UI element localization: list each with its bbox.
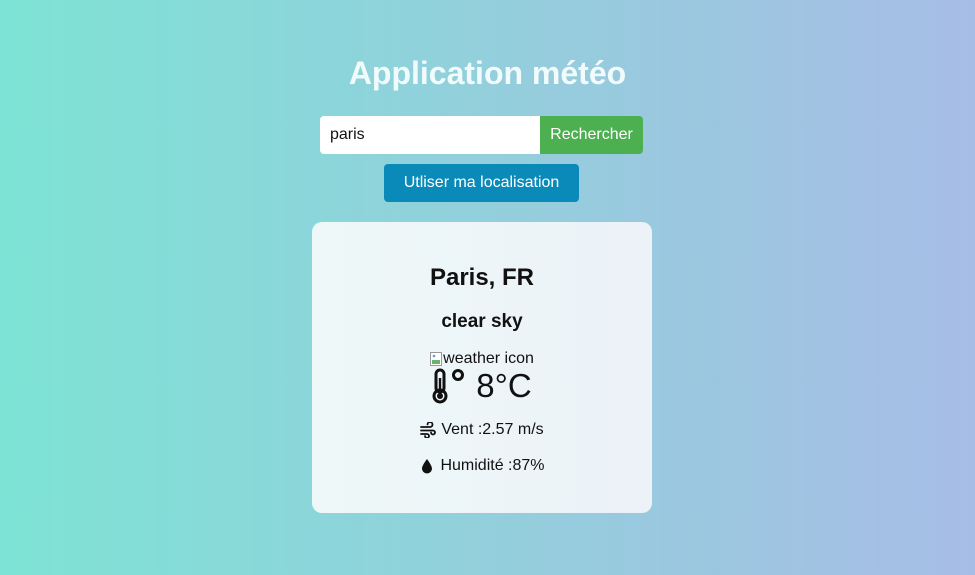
- weather-description: clear sky: [441, 311, 523, 332]
- wind-row: Vent :2.57 m/s: [312, 421, 652, 439]
- weather-icon-image: weather icon: [312, 350, 652, 368]
- city-name: Paris, FR: [429, 264, 535, 291]
- use-location-button[interactable]: Utliser ma localisation: [384, 164, 579, 202]
- temperature-value: 8°C: [476, 367, 532, 404]
- search-input[interactable]: [320, 116, 540, 154]
- wind-value: Vent :2.57 m/s: [441, 421, 544, 438]
- humidity-value: Humidité :87%: [440, 457, 545, 474]
- weather-icon-alt-text: weather icon: [443, 350, 534, 367]
- thermometer-icon: [432, 368, 465, 404]
- broken-image-icon: [430, 352, 443, 366]
- weather-card: Paris, FR clear sky weather icon 8°C Ven…: [312, 222, 652, 513]
- search-bar: Rechercher: [320, 116, 643, 154]
- temperature-row: 8°C: [312, 367, 652, 405]
- page-title: Application météo: [348, 55, 627, 91]
- humidity-row: Humidité :87%: [312, 457, 652, 475]
- wind-icon: [420, 422, 437, 438]
- droplet-icon: [422, 459, 433, 474]
- search-button[interactable]: Rechercher: [540, 116, 643, 154]
